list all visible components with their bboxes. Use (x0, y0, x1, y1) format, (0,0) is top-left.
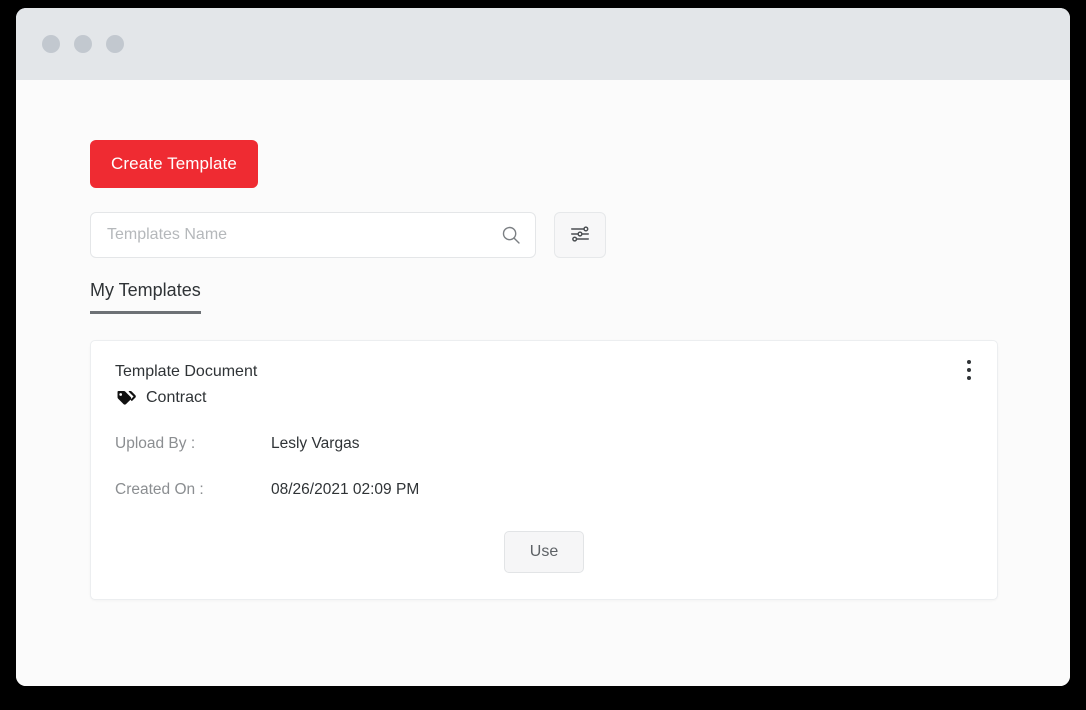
kebab-dot (967, 360, 971, 364)
field-value: Lesly Vargas (271, 435, 360, 452)
search-box[interactable] (90, 212, 536, 258)
kebab-dot (967, 376, 971, 380)
template-tag-label: Contract (146, 389, 207, 406)
search-icon[interactable] (501, 225, 521, 245)
template-title: Template Document (115, 363, 258, 380)
window-maximize-dot[interactable] (106, 35, 124, 53)
template-card: Template Document Contract Upload By : L… (90, 340, 998, 600)
page-content: Create Template Templates Name My Templa… (16, 80, 1070, 686)
window-minimize-dot[interactable] (74, 35, 92, 53)
tags-icon (115, 389, 137, 407)
kebab-menu-icon[interactable] (959, 357, 979, 383)
create-template-button[interactable]: Create Template (90, 140, 258, 188)
tab-my-templates[interactable]: My Templates (90, 280, 201, 314)
use-template-button[interactable]: Use (503, 531, 585, 573)
filter-sliders-icon (569, 223, 591, 248)
tab-bar: My Templates (90, 280, 1070, 314)
browser-window: Create Template Templates Name My Templa… (16, 8, 1070, 686)
window-close-dot[interactable] (42, 35, 60, 53)
browser-titlebar (16, 8, 1070, 80)
field-label: Created On : (115, 481, 204, 498)
card-actions: Use (115, 531, 973, 573)
field-value: 08/26/2021 02:09 PM (271, 481, 420, 498)
search-row (90, 212, 1070, 258)
field-label: Upload By : (115, 435, 196, 452)
template-tag: Contract (115, 389, 973, 407)
filter-button[interactable] (554, 212, 606, 258)
kebab-dot (967, 368, 971, 372)
search-input[interactable] (91, 213, 535, 257)
field-upload-by: Upload By : Lesly Vargas (115, 435, 973, 453)
field-created-on: Created On : 08/26/2021 02:09 PM (115, 481, 973, 499)
